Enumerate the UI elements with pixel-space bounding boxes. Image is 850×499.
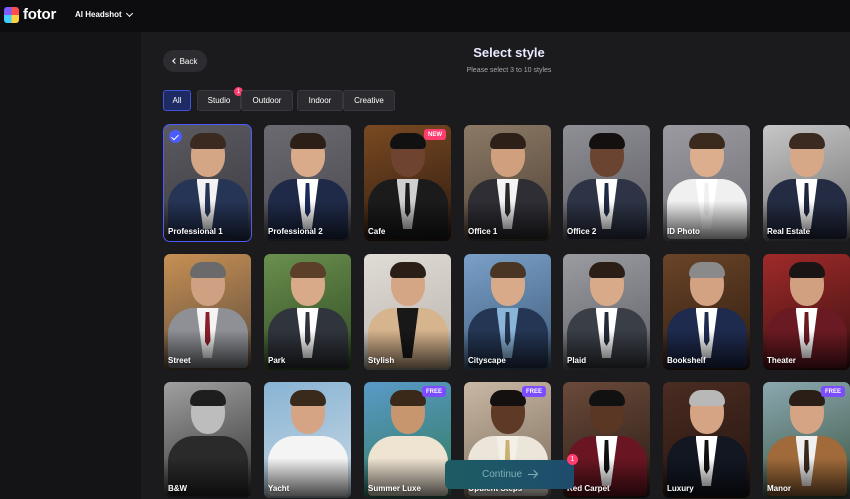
style-card[interactable]: Park	[264, 254, 351, 370]
tab-label: Creative	[354, 96, 384, 105]
style-label: Stylish	[368, 356, 395, 365]
back-label: Back	[179, 56, 198, 66]
style-card[interactable]: B&W	[164, 382, 251, 498]
product-menu[interactable]: AI Headshot	[75, 9, 133, 19]
product-menu-label: AI Headshot	[75, 10, 122, 19]
new-badge: NEW	[424, 129, 446, 140]
style-card[interactable]: Professional 2	[264, 125, 351, 241]
style-label: Manor	[767, 484, 791, 493]
portrait-hair	[588, 390, 625, 406]
portrait-hair	[389, 133, 426, 149]
back-button[interactable]: Back	[163, 50, 207, 72]
portrait-hair	[788, 262, 825, 278]
style-label: Office 2	[567, 227, 597, 236]
portrait-hair	[289, 390, 326, 406]
chevron-left-icon	[171, 58, 178, 64]
tab-studio[interactable]: Studio 1	[197, 87, 243, 111]
portrait-hair	[788, 390, 825, 406]
style-card[interactable]: Theater	[763, 254, 850, 370]
portrait-hair	[588, 262, 625, 278]
style-card[interactable]: Stylish	[364, 254, 451, 370]
portrait-hair	[189, 133, 226, 149]
tab-all[interactable]: All	[163, 90, 191, 111]
style-label: Cafe	[368, 227, 386, 236]
page-title: Select style	[473, 45, 545, 60]
continue-badge: 1	[567, 454, 578, 465]
style-label: Luxury	[667, 484, 694, 493]
portrait-hair	[489, 133, 526, 149]
style-label: Theater	[767, 356, 796, 365]
tab-outdoor[interactable]: Outdoor	[241, 90, 293, 111]
page-subtitle: Please select 3 to 10 styles	[466, 67, 552, 74]
portrait-hair	[688, 390, 725, 406]
style-label: Park	[268, 356, 286, 365]
portrait-hair	[189, 262, 226, 278]
style-label: Summer Luxe	[368, 484, 421, 493]
style-label: Professional 2	[268, 227, 323, 236]
style-card[interactable]: Real Estate	[763, 125, 850, 241]
tab-label: Indoor	[308, 96, 332, 105]
portrait-hair	[389, 262, 426, 278]
tab-label: All	[172, 96, 182, 105]
style-card[interactable]: Cityscape	[464, 254, 551, 370]
portrait-hair	[588, 133, 625, 149]
style-card[interactable]: Yacht	[264, 382, 351, 498]
side-panel	[0, 32, 141, 499]
style-card[interactable]: Office 1	[464, 125, 551, 241]
style-label: Real Estate	[767, 227, 811, 236]
style-label: B&W	[168, 484, 188, 493]
portrait-hair	[489, 262, 526, 278]
style-card[interactable]: Plaid	[563, 254, 650, 370]
style-label: Yacht	[268, 484, 290, 493]
app-root: fotor AI Headshot Back Select style Plea…	[0, 0, 850, 499]
style-card[interactable]: Bookshelf	[663, 254, 750, 370]
arrow-right-icon	[528, 473, 538, 476]
tab-creative[interactable]: Creative	[343, 90, 395, 111]
chevron-down-icon	[125, 9, 133, 17]
continue-label: Continue	[481, 469, 523, 480]
style-card[interactable]: ID Photo	[663, 125, 750, 241]
style-label: Office 1	[468, 227, 498, 236]
style-card[interactable]: Office 2	[563, 125, 650, 241]
portrait-hair	[688, 262, 725, 278]
style-card[interactable]: Cafe NEW	[364, 125, 451, 241]
tab-indoor[interactable]: Indoor	[297, 90, 343, 111]
free-badge: FREE	[421, 386, 446, 397]
logo-text: fotor	[23, 6, 57, 23]
style-label: ID Photo	[667, 227, 700, 236]
style-card[interactable]: Summer Luxe FREE	[364, 382, 451, 498]
style-card[interactable]: Professional 1	[163, 124, 252, 242]
style-card[interactable]: Manor FREE	[763, 382, 850, 498]
portrait-hair	[788, 133, 825, 149]
tab-label: Studio	[207, 96, 231, 105]
continue-button[interactable]: Continue 1	[445, 454, 578, 489]
fotor-logo-icon	[4, 6, 19, 23]
checkmark-icon	[169, 130, 182, 143]
style-card[interactable]: Street	[164, 254, 251, 370]
style-label: Plaid	[567, 356, 587, 365]
portrait-hair	[189, 390, 226, 406]
style-label: Cityscape	[468, 356, 506, 365]
tab-label: Outdoor	[252, 96, 282, 105]
style-card[interactable]: Luxury	[663, 382, 750, 498]
style-label: Professional 1	[168, 227, 223, 236]
portrait-hair	[289, 262, 326, 278]
portrait-hair	[688, 133, 725, 149]
portrait-hair	[289, 133, 326, 149]
portrait-hair	[389, 390, 426, 406]
style-card[interactable]: Red Carpet	[563, 382, 650, 498]
portrait-hair	[489, 390, 526, 406]
top-bar: fotor AI Headshot	[0, 0, 850, 32]
style-label: Bookshelf	[667, 356, 706, 365]
style-label: Street	[168, 356, 191, 365]
free-badge: FREE	[820, 386, 845, 397]
logo[interactable]: fotor	[4, 6, 56, 23]
free-badge: FREE	[521, 386, 546, 397]
